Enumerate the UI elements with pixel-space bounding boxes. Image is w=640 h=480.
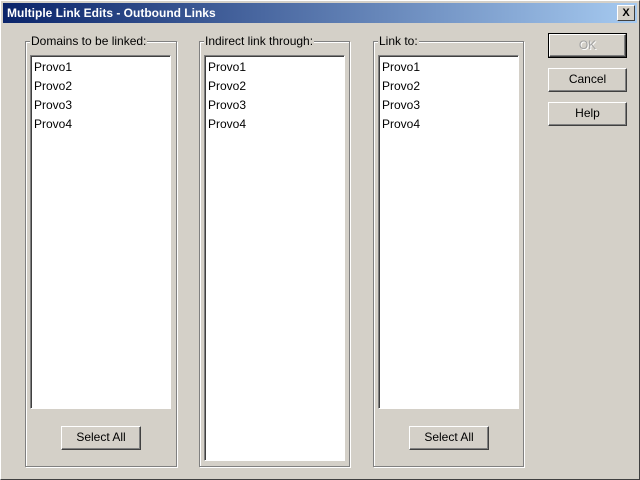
link-to-group: Link to: Provo1 Provo2 Provo3 Provo4 Sel…	[373, 34, 524, 467]
ok-button[interactable]: OK	[548, 33, 627, 58]
group-label: Domains to be linked:	[30, 34, 148, 48]
list-item[interactable]: Provo1	[31, 58, 170, 77]
list-item[interactable]: Provo3	[31, 96, 170, 115]
list-item[interactable]: Provo1	[205, 58, 344, 77]
cancel-button[interactable]: Cancel	[548, 68, 627, 92]
window-title: Multiple Link Edits - Outbound Links	[7, 6, 216, 20]
list-item[interactable]: Provo4	[379, 115, 518, 134]
list-item[interactable]: Provo2	[205, 77, 344, 96]
close-button[interactable]: X	[617, 5, 635, 21]
group-label: Indirect link through:	[204, 34, 315, 48]
indirect-list[interactable]: Provo1 Provo2 Provo3 Provo4	[204, 55, 345, 461]
list-item[interactable]: Provo2	[31, 77, 170, 96]
list-item[interactable]: Provo4	[31, 115, 170, 134]
list-item[interactable]: Provo1	[379, 58, 518, 77]
help-button[interactable]: Help	[548, 102, 627, 126]
list-item[interactable]: Provo3	[205, 96, 344, 115]
group-label: Link to:	[378, 34, 419, 48]
select-all-link-to-button[interactable]: Select All	[409, 426, 489, 450]
indirect-group: Indirect link through: Provo1 Provo2 Pro…	[199, 34, 350, 467]
list-item[interactable]: Provo2	[379, 77, 518, 96]
select-all-domains-button[interactable]: Select All	[61, 426, 141, 450]
link-to-list[interactable]: Provo1 Provo2 Provo3 Provo4	[378, 55, 519, 409]
list-item[interactable]: Provo3	[379, 96, 518, 115]
title-bar[interactable]: Multiple Link Edits - Outbound Links X	[3, 3, 637, 23]
domains-group: Domains to be linked: Provo1 Provo2 Prov…	[25, 34, 177, 467]
domains-list[interactable]: Provo1 Provo2 Provo3 Provo4	[30, 55, 171, 409]
dialog-window: Multiple Link Edits - Outbound Links X D…	[0, 0, 640, 480]
list-item[interactable]: Provo4	[205, 115, 344, 134]
